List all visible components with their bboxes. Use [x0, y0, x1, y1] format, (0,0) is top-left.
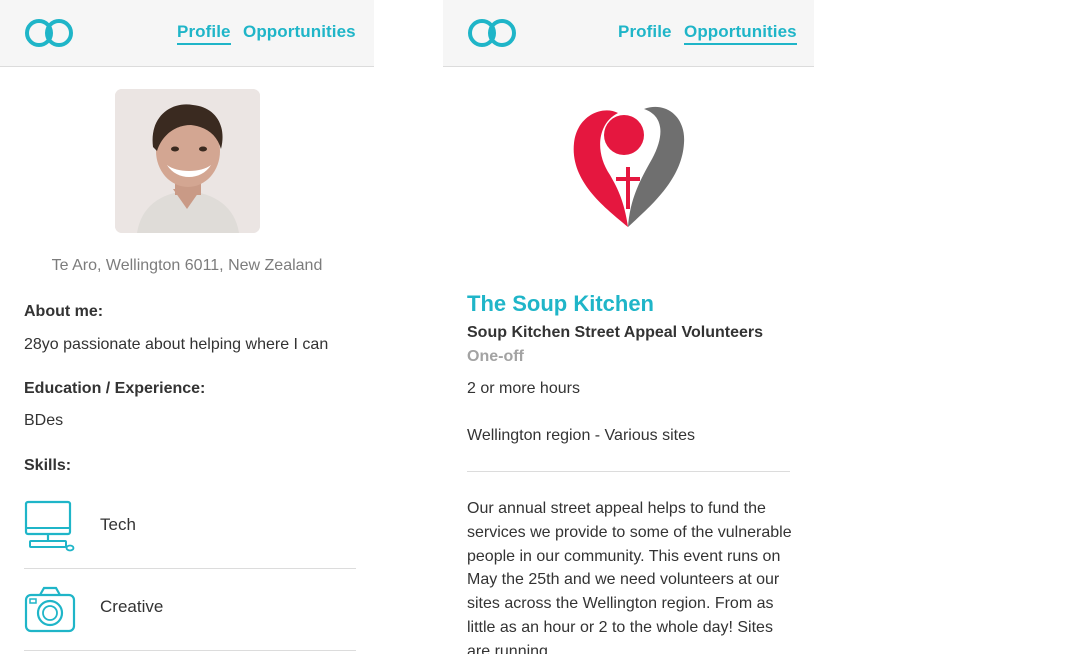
profile-photo: [115, 89, 260, 233]
camera-icon: [24, 586, 76, 633]
skill-item-creative: Creative: [24, 568, 356, 651]
nav-profile-link[interactable]: Profile: [618, 22, 672, 42]
opportunity-title: Soup Kitchen Street Appeal Volunteers: [467, 324, 764, 341]
education-text: BDes: [24, 412, 64, 429]
opportunity-duration: 2 or more hours: [467, 380, 580, 397]
app-logo-icon[interactable]: [467, 17, 517, 49]
education-label: Education / Experience:: [24, 380, 206, 397]
skill-item-tech: Tech: [24, 486, 356, 569]
app-header: Profile Opportunities: [0, 0, 374, 67]
app-header: Profile Opportunities: [443, 0, 814, 67]
profile-location: Te Aro, Wellington 6011, New Zealand: [51, 257, 323, 274]
about-label: About me:: [24, 303, 104, 320]
computer-icon: [24, 500, 75, 552]
nav-profile-link[interactable]: Profile: [177, 22, 231, 45]
nav-opportunities-link[interactable]: Opportunities: [684, 22, 797, 45]
opportunity-description: Our annual street appeal helps to fund t…: [467, 500, 792, 654]
opportunity-screen: Profile Opportunities The Soup Kitchen S…: [443, 0, 814, 654]
about-text: 28yo passionate about helping where I ca…: [24, 336, 329, 353]
opportunity-type: One-off: [467, 348, 524, 365]
opportunity-location: Wellington region - Various sites: [467, 427, 695, 444]
skill-name: Tech: [100, 515, 136, 534]
divider: [467, 471, 790, 472]
organisation-name[interactable]: The Soup Kitchen: [467, 291, 654, 317]
profile-screen: Profile Opportunities Te Aro, Wellington…: [0, 0, 374, 654]
skill-name: Creative: [100, 597, 164, 616]
soup-kitchen-logo: [573, 106, 685, 227]
app-logo-icon[interactable]: [24, 17, 74, 49]
skills-label: Skills:: [24, 457, 72, 474]
nav-opportunities-link[interactable]: Opportunities: [243, 22, 356, 42]
